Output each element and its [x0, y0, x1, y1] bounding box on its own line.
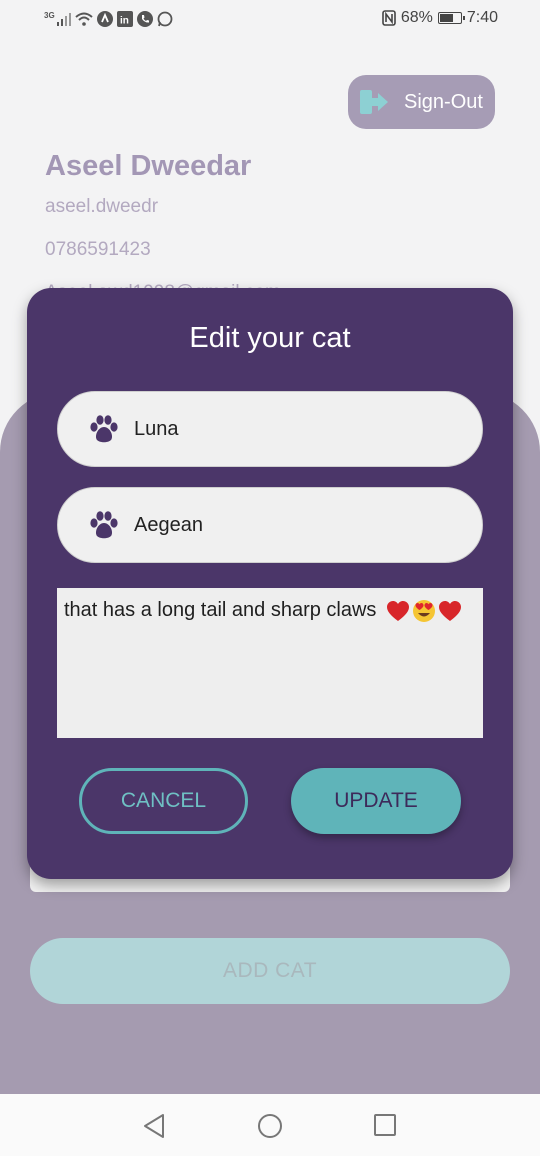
- back-icon[interactable]: [142, 1113, 166, 1139]
- status-bar-left: 3G in: [44, 11, 173, 27]
- wifi-icon: [75, 12, 93, 26]
- heart-icon: [386, 600, 409, 621]
- svg-text:in: in: [120, 16, 129, 27]
- cat-name-field[interactable]: Luna: [57, 391, 483, 467]
- clock: 7:40: [466, 9, 498, 26]
- logout-icon: [360, 90, 388, 114]
- paw-icon: [86, 510, 122, 540]
- battery-percent: 68%: [400, 9, 433, 26]
- heart-icon: [438, 600, 461, 621]
- linkedin-icon: in: [116, 11, 133, 27]
- paw-icon: [86, 414, 122, 444]
- battery-fill: [439, 14, 453, 22]
- whatsapp-icon: [157, 11, 173, 27]
- profile-username: aseel.dweedr: [45, 196, 159, 217]
- status-bar-right: 68% 7:40: [382, 9, 498, 27]
- cat-name-value: Luna: [134, 417, 179, 440]
- recents-icon[interactable]: [373, 1113, 397, 1137]
- cat-breed-value: Aegean: [134, 513, 203, 536]
- cat-breed-field[interactable]: Aegean: [57, 487, 483, 563]
- signout-label: Sign-Out: [404, 90, 483, 113]
- add-cat-button[interactable]: ADD CAT: [30, 938, 510, 1004]
- profile-name: Aseel Dweedar: [45, 150, 252, 182]
- signout-button[interactable]: Sign-Out: [348, 75, 495, 129]
- cat-description-value: that has a long tail and sharp claws: [64, 599, 377, 621]
- heart-eyes-icon: [412, 599, 435, 622]
- vpn-icon: [96, 11, 113, 27]
- edit-cat-dialog: Edit your cat Luna Aegean that has a lon…: [27, 288, 513, 879]
- nfc-icon: [382, 10, 396, 26]
- home-icon[interactable]: [257, 1113, 283, 1139]
- update-button[interactable]: UPDATE: [291, 768, 461, 834]
- profile-phone: 0786591423: [45, 239, 151, 260]
- network-type: 3G: [44, 10, 55, 20]
- signal-icon: [56, 13, 71, 26]
- dialog-title: Edit your cat: [189, 322, 351, 354]
- cancel-button[interactable]: CANCEL: [79, 768, 248, 834]
- navigation-bar: [0, 1094, 540, 1156]
- battery-icon: [437, 12, 465, 24]
- phone-icon: [136, 11, 153, 27]
- status-bar: 3G in 68% 7:40: [0, 0, 540, 40]
- description-emojis: [386, 599, 462, 623]
- cat-description-field[interactable]: that has a long tail and sharp claws: [57, 588, 483, 738]
